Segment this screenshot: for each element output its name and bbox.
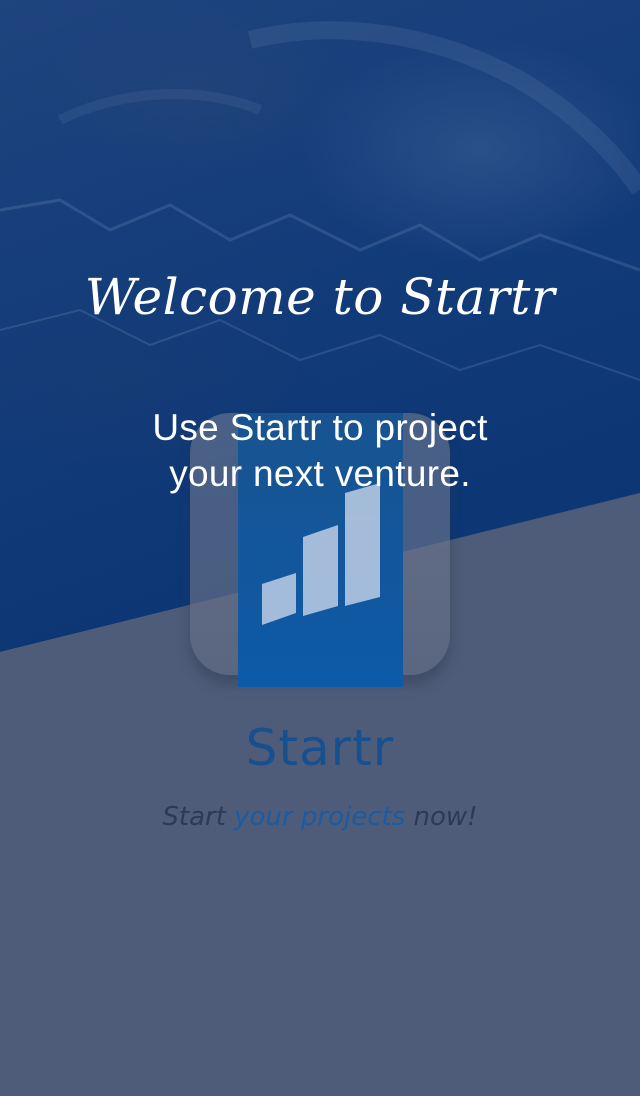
tagline-highlight: your projects [234,802,406,832]
intro-line-2: your next venture. [169,453,471,494]
intro-text: Use Startr to project your next venture. [100,405,540,497]
splash-screen: Welcome to Startr Use Startr to project … [0,0,640,1096]
tagline: Start your projects now! [0,800,640,834]
tagline-start: Start [162,802,226,832]
intro-line-1: Use Startr to project [152,407,488,448]
welcome-title: Welcome to Startr [84,268,556,326]
tagline-end: now! [413,802,478,832]
app-name: Startr [245,719,395,777]
